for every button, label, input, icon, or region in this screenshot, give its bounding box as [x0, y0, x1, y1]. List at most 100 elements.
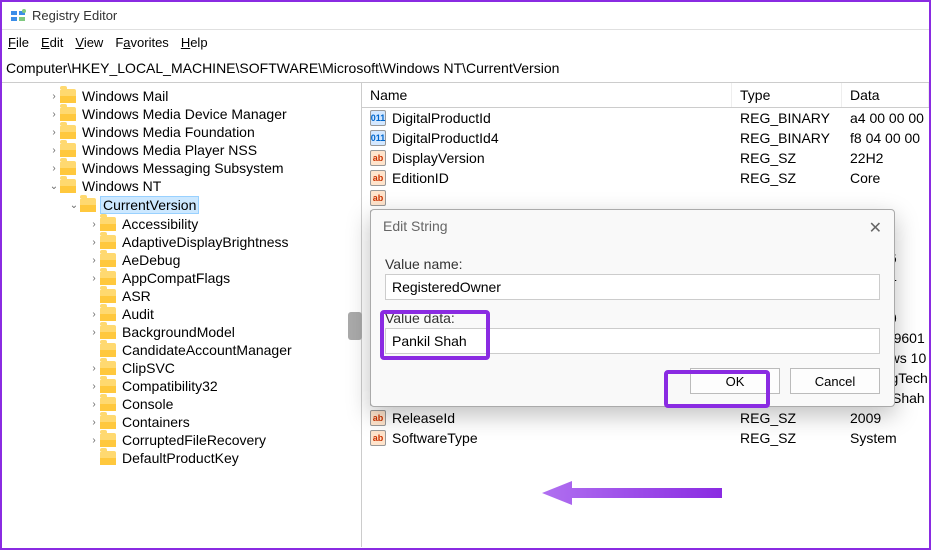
menu-favorites[interactable]: Favorites: [115, 35, 168, 50]
col-type[interactable]: Type: [732, 83, 842, 107]
value-row[interactable]: abEditionIDREG_SZCore: [362, 168, 929, 188]
tree-item[interactable]: ⌄Windows NT: [2, 177, 361, 195]
dialog-title: Edit String: [383, 218, 448, 238]
chevron-icon[interactable]: ›: [88, 435, 100, 446]
value-data: Core: [842, 170, 929, 186]
value-row[interactable]: 011DigitalProductId4REG_BINARYf8 04 00 0…: [362, 128, 929, 148]
cancel-button[interactable]: Cancel: [790, 368, 880, 394]
chevron-icon[interactable]: ›: [88, 219, 100, 230]
value-type: REG_SZ: [732, 170, 842, 186]
chevron-icon[interactable]: ›: [48, 127, 60, 138]
folder-icon: [60, 161, 76, 175]
value-name-input[interactable]: [385, 274, 880, 300]
chevron-icon[interactable]: ›: [88, 273, 100, 284]
chevron-icon[interactable]: ⌄: [68, 200, 80, 211]
folder-icon: [60, 89, 76, 103]
tree-scrollbar-thumb[interactable]: [348, 312, 362, 340]
chevron-icon[interactable]: ›: [48, 91, 60, 102]
close-icon[interactable]: ✕: [869, 218, 882, 238]
folder-icon: [100, 415, 116, 429]
value-name: DigitalProductId4: [390, 130, 732, 146]
tree-item[interactable]: ›Audit: [2, 305, 361, 323]
tree-item[interactable]: › Containers: [2, 413, 361, 431]
chevron-icon[interactable]: ›: [88, 255, 100, 266]
chevron-icon[interactable]: ›: [48, 163, 60, 174]
menu-help[interactable]: Help: [181, 35, 208, 50]
chevron-icon[interactable]: ›: [48, 109, 60, 120]
folder-icon: [100, 289, 116, 303]
chevron-icon[interactable]: ›: [88, 309, 100, 320]
value-name: DigitalProductId: [390, 110, 732, 126]
tree-item[interactable]: DefaultProductKey: [2, 449, 361, 467]
app-icon: [10, 8, 26, 24]
chevron-icon[interactable]: ›: [88, 237, 100, 248]
tree-item[interactable]: CandidateAccountManager: [2, 341, 361, 359]
col-data[interactable]: Data: [842, 83, 929, 107]
tree-item-label: BackgroundModel: [120, 324, 237, 340]
string-value-icon: ab: [370, 410, 386, 426]
chevron-icon[interactable]: ›: [48, 145, 60, 156]
value-name: ReleaseId: [390, 410, 732, 426]
folder-icon: [100, 217, 116, 231]
ok-button[interactable]: OK: [690, 368, 780, 394]
tree-item[interactable]: › Windows Messaging Subsystem: [2, 159, 361, 177]
value-row[interactable]: abDisplayVersionREG_SZ22H2: [362, 148, 929, 168]
tree-item-label: Windows Messaging Subsystem: [80, 160, 286, 176]
folder-icon: [100, 397, 116, 411]
folder-icon: [100, 379, 116, 393]
value-row[interactable]: ab: [362, 188, 929, 208]
col-name[interactable]: Name: [362, 83, 732, 107]
folder-icon: [100, 325, 116, 339]
folder-icon: [100, 343, 116, 357]
tree-item-label: Windows Media Player NSS: [80, 142, 259, 158]
tree-item[interactable]: ›AppCompatFlags: [2, 269, 361, 287]
tree-item[interactable]: ›ClipSVC: [2, 359, 361, 377]
menu-edit[interactable]: Edit: [41, 35, 63, 50]
value-row[interactable]: 011DigitalProductIdREG_BINARYa4 00 00 00: [362, 108, 929, 128]
address-bar[interactable]: Computer\HKEY_LOCAL_MACHINE\SOFTWARE\Mic…: [2, 54, 929, 83]
tree-item[interactable]: › Console: [2, 395, 361, 413]
chevron-icon[interactable]: ›: [88, 417, 100, 428]
chevron-icon[interactable]: ›: [88, 363, 100, 374]
tree-item-label: DefaultProductKey: [120, 450, 241, 466]
tree-item[interactable]: › Windows Media Foundation: [2, 123, 361, 141]
tree-item-label: AdaptiveDisplayBrightness: [120, 234, 291, 250]
tree-item[interactable]: › BackgroundModel: [2, 323, 361, 341]
chevron-icon[interactable]: ⌄: [48, 181, 60, 192]
value-row[interactable]: abReleaseIdREG_SZ2009: [362, 408, 929, 428]
menu-view[interactable]: View: [75, 35, 103, 50]
value-row[interactable]: abSoftwareTypeREG_SZSystem: [362, 428, 929, 448]
tree-item-label: Console: [120, 396, 175, 412]
tree-item[interactable]: › CorruptedFileRecovery: [2, 431, 361, 449]
tree-item[interactable]: ›Compatibility32: [2, 377, 361, 395]
value-data: f8 04 00 00: [842, 130, 929, 146]
chevron-icon[interactable]: ›: [88, 381, 100, 392]
tree-item[interactable]: ›Windows Media Device Manager: [2, 105, 361, 123]
tree-item-label: AeDebug: [120, 252, 182, 268]
tree-item-label: CorruptedFileRecovery: [120, 432, 268, 448]
chevron-icon[interactable]: ›: [88, 399, 100, 410]
folder-icon: [60, 107, 76, 121]
string-value-icon: ab: [370, 170, 386, 186]
tree-item[interactable]: › Windows Media Player NSS: [2, 141, 361, 159]
menubar: File Edit View Favorites Help: [2, 30, 929, 54]
tree-item[interactable]: ⌄CurrentVersion: [2, 195, 361, 215]
value-name: EditionID: [390, 170, 732, 186]
tree-item[interactable]: ASR: [2, 287, 361, 305]
tree-item-label: Windows Media Foundation: [80, 124, 257, 140]
chevron-icon[interactable]: ›: [88, 327, 100, 338]
menu-file[interactable]: File: [8, 35, 29, 50]
folder-icon: [60, 179, 76, 193]
tree-item[interactable]: › AeDebug: [2, 251, 361, 269]
tree-item-label: ASR: [120, 288, 153, 304]
tree-item-label: Containers: [120, 414, 192, 430]
folder-icon: [60, 143, 76, 157]
binary-value-icon: 011: [370, 110, 386, 126]
tree-item[interactable]: ›Accessibility: [2, 215, 361, 233]
value-type: REG_SZ: [732, 150, 842, 166]
value-data-label: Value data:: [385, 310, 880, 326]
tree-panel[interactable]: ›Windows Mail›Windows Media Device Manag…: [2, 83, 362, 547]
tree-item[interactable]: ›Windows Mail: [2, 87, 361, 105]
tree-item[interactable]: › AdaptiveDisplayBrightness: [2, 233, 361, 251]
value-data-input[interactable]: [385, 328, 880, 354]
